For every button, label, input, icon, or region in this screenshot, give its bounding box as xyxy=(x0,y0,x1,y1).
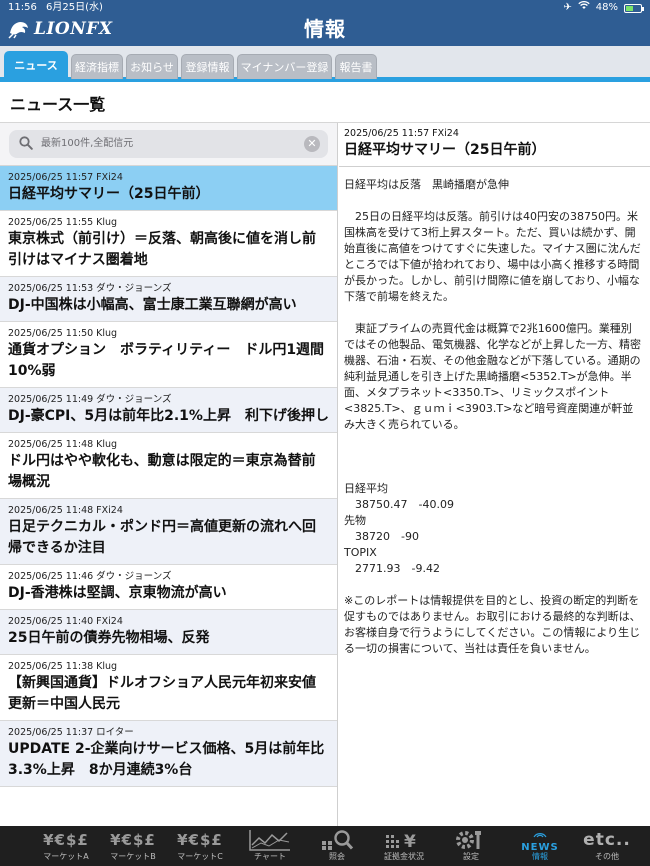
top-bar: 11:56 6月25日(水) ✈ 48% LIONFX 情報 xyxy=(0,0,650,46)
news-meta: 2025/06/25 11:48 FXi24 xyxy=(8,505,123,516)
nav-label: その他 xyxy=(595,852,619,861)
news-item[interactable]: 2025/06/25 11:50 Klug 通貨オプション ボラティリティー ド… xyxy=(0,322,337,388)
news-item[interactable]: 2025/06/25 11:55 Klug 東京株式（前引け）＝反落、朝高後に値… xyxy=(0,211,337,277)
news-meta: 2025/06/25 11:37 ロイター xyxy=(8,727,134,738)
news-item[interactable]: 2025/06/25 11:53 ダウ・ジョーンズ DJ-中国株は小幅高、富士康… xyxy=(0,277,337,322)
nav-market-c[interactable]: ¥€$£ マーケットC xyxy=(166,826,234,866)
nav-information[interactable]: NEWS 情報 xyxy=(506,826,574,866)
page-title: 情報 xyxy=(304,17,346,41)
nav-label: 照会 xyxy=(329,852,345,861)
news-icon: NEWS xyxy=(506,826,574,853)
news-headline: 【新興国通貨】ドルオフショア人民元年初来安値更新＝中国人民元 xyxy=(8,675,316,712)
search-bar: 最新100件,全配信元 ✕ xyxy=(0,123,337,166)
news-headline: 25日午前の債券先物相場、反発 xyxy=(8,630,210,646)
news-meta: 2025/06/25 11:50 Klug xyxy=(8,328,118,339)
currency-icon: ¥€$£ xyxy=(43,831,89,849)
search-input[interactable]: 最新100件,全配信元 ✕ xyxy=(9,130,328,158)
battery-icon xyxy=(624,3,644,13)
tab-notices[interactable]: お知らせ xyxy=(126,54,178,79)
news-meta: 2025/06/25 11:48 Klug xyxy=(8,439,118,450)
detail-meta: 2025/06/25 11:57 FXi24 xyxy=(344,128,459,139)
nav-market-b[interactable]: ¥€$£ マーケットB xyxy=(99,826,167,866)
search-placeholder: 最新100件,全配信元 xyxy=(41,138,134,149)
search-icon xyxy=(303,826,371,852)
news-detail-pane: 2025/06/25 11:57 FXi24 日経平均サマリー（25日午前） 日… xyxy=(339,123,650,826)
news-item[interactable]: 2025/06/25 11:38 Klug 【新興国通貨】ドルオフショア人民元年… xyxy=(0,655,337,721)
yen-bars-icon: ¥ xyxy=(370,826,438,852)
etc-icon: etc.. xyxy=(583,830,631,850)
news-item[interactable]: 2025/06/25 11:37 ロイター UPDATE 2-企業向けサービス価… xyxy=(0,721,337,787)
currency-icon: ¥€$£ xyxy=(177,831,223,849)
nav-market-a[interactable]: ¥€$£ マーケットA xyxy=(32,826,100,866)
news-headline: 日経平均サマリー（25日午前） xyxy=(8,186,210,202)
nav-label: マーケットC xyxy=(177,852,223,861)
news-item[interactable]: 2025/06/25 11:57 FXi24 日経平均サマリー（25日午前） xyxy=(0,166,337,211)
nav-inquiry[interactable]: 照会 xyxy=(303,826,371,866)
tab-economic-indicators[interactable]: 経済指標 xyxy=(71,54,123,79)
tab-mynumber-registration[interactable]: マイナンバー登録 xyxy=(237,54,332,79)
tab-reports[interactable]: 報告書 xyxy=(335,54,377,79)
nav-label: マーケットB xyxy=(110,852,156,861)
news-meta: 2025/06/25 11:38 Klug xyxy=(8,661,118,672)
wifi-icon xyxy=(578,0,590,16)
chart-icon xyxy=(236,826,304,852)
tab-news[interactable]: ニュース xyxy=(4,51,68,79)
news-headline: ドル円はやや軟化も、動意は限定的＝東京為替前場概況 xyxy=(8,453,316,490)
news-meta: 2025/06/25 11:57 FXi24 xyxy=(8,172,123,183)
news-headline: DJ-香港株は堅調、京東物流が高い xyxy=(8,585,227,601)
nav-chart[interactable]: チャート xyxy=(236,826,304,866)
news-meta: 2025/06/25 11:46 ダウ・ジョーンズ xyxy=(8,571,172,582)
nav-settings[interactable]: 設定 xyxy=(437,826,505,866)
news-item[interactable]: 2025/06/25 11:48 Klug ドル円はやや軟化も、動意は限定的＝東… xyxy=(0,433,337,499)
news-headline: DJ-中国株は小幅高、富士康工業互聯網が高い xyxy=(8,297,297,313)
news-headline: 通貨オプション ボラティリティー ドル円1週間10%弱 xyxy=(8,342,325,379)
news-meta: 2025/06/25 11:40 FXi24 xyxy=(8,616,123,627)
nav-other[interactable]: etc.. その他 xyxy=(573,826,641,866)
battery-percent: 48% xyxy=(595,2,618,13)
detail-title: 日経平均サマリー（25日午前） xyxy=(339,140,650,167)
gear-wrench-icon xyxy=(437,826,505,852)
news-headline: UPDATE 2-企業向けサービス価格、5月は前年比3.3%上昇 8か月連続3%… xyxy=(8,741,325,778)
news-meta: 2025/06/25 11:55 Klug xyxy=(8,217,118,228)
status-time: 11:56 xyxy=(8,2,37,13)
news-headline: 東京株式（前引け）＝反落、朝高後に値を消し前引けはマイナス圏着地 xyxy=(8,231,316,268)
status-bar: 11:56 6月25日(水) ✈ 48% xyxy=(0,0,650,16)
news-headline: DJ-豪CPI、5月は前年比2.1%上昇 利下げ後押し xyxy=(8,408,329,424)
news-list-pane: 最新100件,全配信元 ✕ 2025/06/25 11:57 FXi24 日経平… xyxy=(0,123,338,826)
tab-registration-info[interactable]: 登録情報 xyxy=(181,54,234,79)
status-date: 6月25日(水) xyxy=(46,2,103,13)
news-headline: 日足テクニカル・ポンド円＝高値更新の流れへ回帰できるか注目 xyxy=(8,519,316,556)
clear-icon[interactable]: ✕ xyxy=(304,136,320,152)
detail-body: 日経平均は反落 黒崎播磨が急伸 25日の日経平均は反落。前引けは40円安の387… xyxy=(344,178,641,655)
nav-label: 情報 xyxy=(532,852,548,861)
currency-icon: ¥€$£ xyxy=(110,831,156,849)
news-item[interactable]: 2025/06/25 11:46 ダウ・ジョーンズ DJ-香港株は堅調、京東物流… xyxy=(0,565,337,610)
bottom-nav: ¥€$£ マーケットA ¥€$£ マーケットB ¥€$£ マーケットC チャート xyxy=(0,826,650,866)
nav-label: 証拠金状況 xyxy=(384,852,424,861)
news-item[interactable]: 2025/06/25 11:40 FXi24 25日午前の債券先物相場、反発 xyxy=(0,610,337,655)
nav-margin-status[interactable]: ¥ 証拠金状況 xyxy=(370,826,438,866)
svg-text:¥: ¥ xyxy=(404,832,417,851)
news-meta: 2025/06/25 11:49 ダウ・ジョーンズ xyxy=(8,394,172,405)
news-meta: 2025/06/25 11:53 ダウ・ジョーンズ xyxy=(8,283,172,294)
nav-label: チャート xyxy=(254,852,286,861)
search-icon xyxy=(19,136,33,150)
nav-label: 設定 xyxy=(463,852,479,861)
nav-label: マーケットA xyxy=(43,852,89,861)
news-item[interactable]: 2025/06/25 11:49 ダウ・ジョーンズ DJ-豪CPI、5月は前年比… xyxy=(0,388,337,433)
news-item[interactable]: 2025/06/25 11:48 FXi24 日足テクニカル・ポンド円＝高値更新… xyxy=(0,499,337,565)
section-title: ニュース一覧 xyxy=(0,87,650,123)
tab-bar: ニュース 経済指標 お知らせ 登録情報 マイナンバー登録 報告書 xyxy=(0,46,650,82)
airplane-icon: ✈ xyxy=(563,2,572,13)
